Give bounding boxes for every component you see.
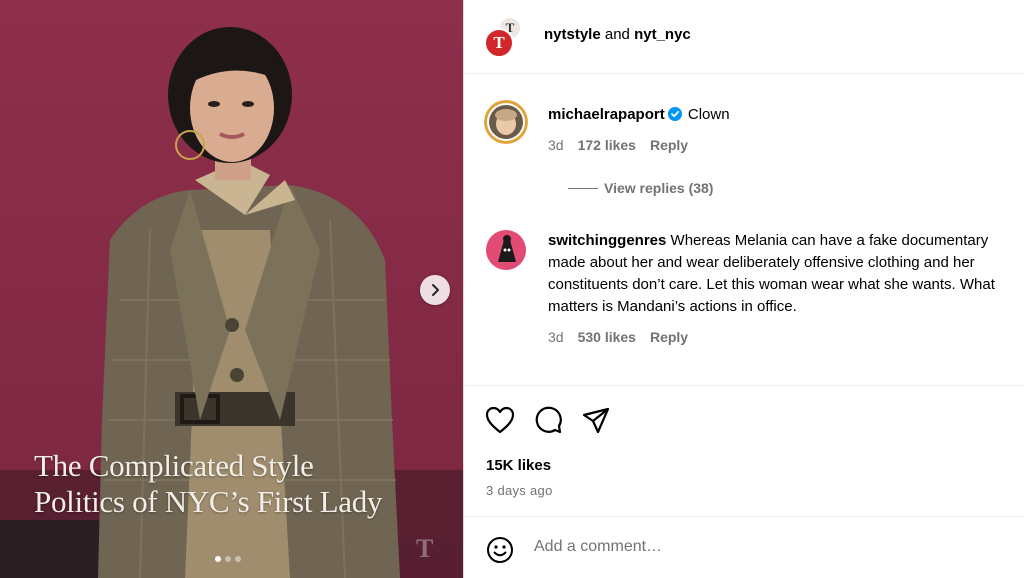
- divider: [568, 187, 598, 189]
- avatar-image: [484, 100, 528, 144]
- action-bar: [484, 404, 612, 436]
- author-joiner: and: [604, 26, 630, 43]
- comment-age[interactable]: 3d: [548, 326, 564, 348]
- media-caption: The Complicated Style Politics of NYC’s …: [34, 448, 434, 520]
- view-replies-label: View replies (38): [604, 180, 714, 196]
- comment-likes[interactable]: 530 likes: [578, 326, 636, 348]
- avatar-image: [486, 230, 526, 270]
- carousel-dot: [235, 556, 241, 562]
- carousel-dot: [215, 556, 221, 562]
- nyt-watermark-logo: T: [416, 534, 434, 563]
- like-button[interactable]: [484, 404, 516, 436]
- avatar[interactable]: [484, 100, 528, 144]
- post-actions-section: 15K likes 3 days ago: [464, 385, 1024, 515]
- post-header: T T nytstyle and nyt_nyc: [464, 0, 1024, 74]
- media-caption-line-1: The Complicated Style: [34, 448, 314, 483]
- chevron-right-icon: [432, 284, 439, 296]
- avatar[interactable]: [484, 228, 528, 272]
- post-date[interactable]: 3 days ago: [486, 483, 553, 498]
- comment-text: Clown: [687, 106, 730, 123]
- carousel-dot: [225, 556, 231, 562]
- comment-button[interactable]: [532, 404, 564, 436]
- verified-badge-icon: [667, 107, 682, 121]
- media-caption-line-2: Politics of NYC’s First Lady: [34, 484, 383, 519]
- view-replies-button[interactable]: View replies (38): [568, 180, 713, 196]
- post-likes-count[interactable]: 15K likes: [486, 457, 551, 474]
- share-icon: [582, 407, 610, 434]
- comment-composer: [464, 516, 1024, 578]
- comment-input[interactable]: [534, 538, 984, 556]
- reply-button[interactable]: Reply: [650, 134, 688, 156]
- heart-icon: [485, 406, 515, 434]
- comment-username[interactable]: michaelrapaport: [548, 106, 665, 123]
- emoji-button[interactable]: [486, 536, 514, 564]
- share-button[interactable]: [580, 404, 612, 436]
- comment-meta: 3d 172 likes Reply: [548, 134, 1018, 156]
- avatar-nytstyle[interactable]: T: [484, 28, 514, 58]
- author-link-nyt-nyc[interactable]: nyt_nyc: [634, 26, 691, 43]
- comment-meta: 3d 530 likes Reply: [548, 326, 1003, 348]
- comment-username[interactable]: switchinggenres: [548, 232, 666, 249]
- comment-age[interactable]: 3d: [548, 134, 564, 156]
- author-link-nytstyle[interactable]: nytstyle: [544, 26, 601, 43]
- post-author-line: nytstyle and nyt_nyc: [544, 26, 691, 43]
- post-media[interactable]: The Complicated Style Politics of NYC’s …: [0, 0, 463, 578]
- carousel-indicator: [215, 556, 241, 562]
- comment-likes[interactable]: 172 likes: [578, 134, 636, 156]
- collab-avatars[interactable]: T T: [484, 16, 524, 58]
- emoji-icon: [487, 537, 513, 563]
- post-details-panel: T T nytstyle and nyt_nyc michaelrapaport…: [463, 0, 1024, 578]
- comment-icon: [535, 406, 562, 434]
- reply-button[interactable]: Reply: [650, 326, 688, 348]
- carousel-next-button[interactable]: [420, 275, 450, 305]
